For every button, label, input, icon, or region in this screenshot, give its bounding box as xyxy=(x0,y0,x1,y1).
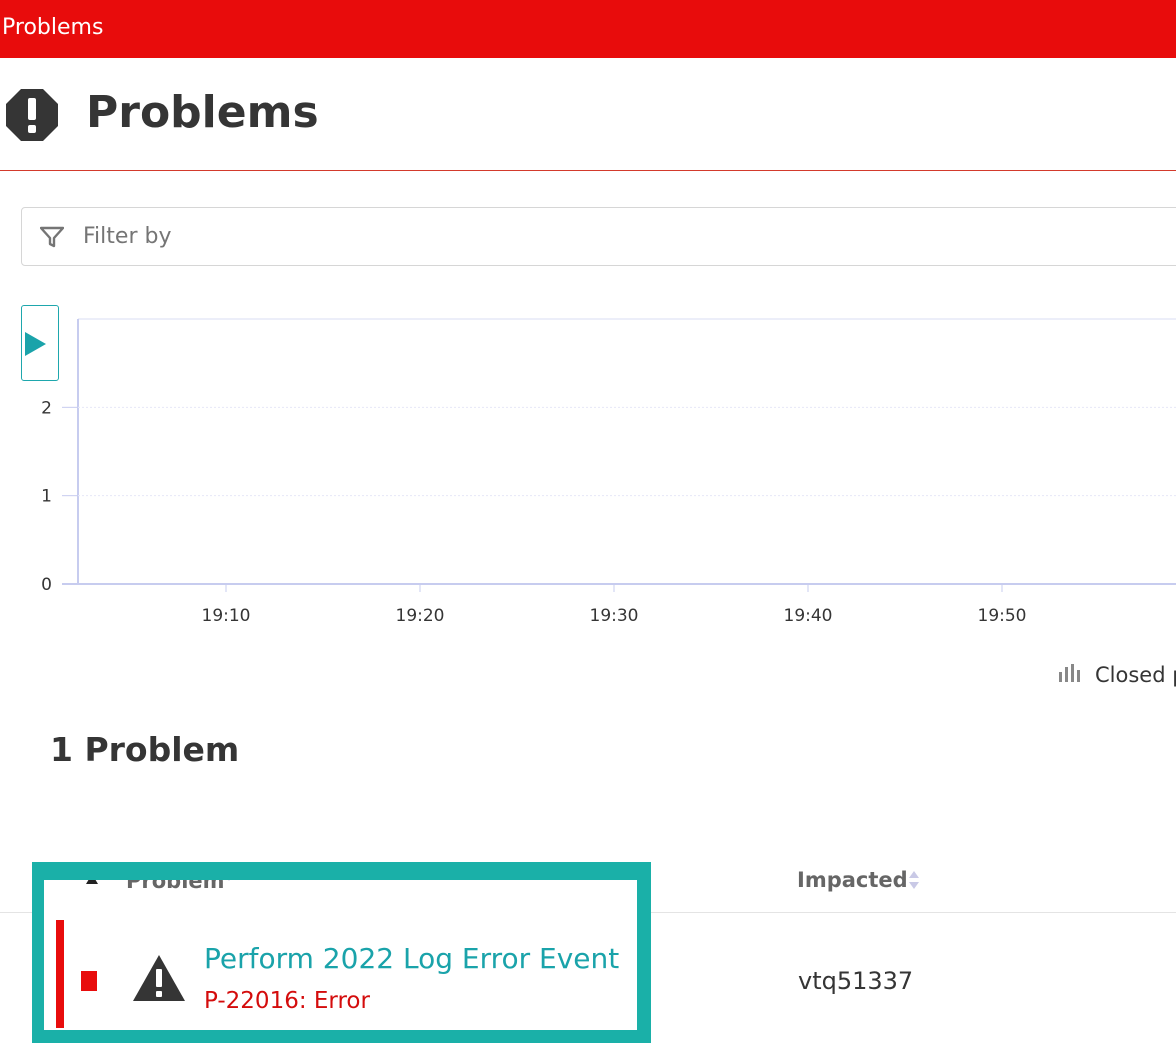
x-tick-label: 19:30 xyxy=(590,606,639,626)
legend-label: Closed p xyxy=(1095,663,1176,687)
x-tick-label: 19:50 xyxy=(978,606,1027,626)
severity-status-icon xyxy=(81,971,97,991)
problem-count-heading: 1 Problem xyxy=(50,730,240,769)
play-toggle-button[interactable] xyxy=(21,305,59,381)
column-header-problem[interactable]: Problem xyxy=(126,880,225,895)
highlight-frame: Problem Perform 2022 Log Error Event P-2… xyxy=(32,862,651,1043)
filter-funnel-icon xyxy=(40,226,64,248)
problem-id-status: P-22016: Error xyxy=(204,988,370,1014)
y-tick-label: 2 xyxy=(41,398,52,418)
exclamation-octagon-icon xyxy=(6,89,58,141)
x-tick-label: 19:40 xyxy=(784,606,833,626)
bar-chart-icon xyxy=(1059,664,1080,682)
page-title: Problems xyxy=(86,87,319,138)
problem-row-container: Problem Perform 2022 Log Error Event P-2… xyxy=(44,880,637,1030)
sort-icon[interactable] xyxy=(907,868,921,892)
problem-title-link[interactable]: Perform 2022 Log Error Event xyxy=(204,941,619,977)
warning-triangle-icon xyxy=(133,955,185,1001)
x-tick-label: 19:20 xyxy=(396,606,445,626)
sort-descending-icon[interactable] xyxy=(222,880,236,888)
severity-bar xyxy=(56,920,64,1028)
topbar-title: Problems xyxy=(2,15,104,40)
play-icon xyxy=(25,332,46,356)
column-header-impacted[interactable]: Impacted xyxy=(797,866,908,894)
y-tick-label: 1 xyxy=(41,487,52,507)
x-tick-label: 19:10 xyxy=(202,606,251,626)
filter-bar[interactable] xyxy=(21,207,1176,266)
filter-input[interactable]: Filter by xyxy=(83,222,171,252)
impacted-entity[interactable]: vtq51337 xyxy=(798,966,913,996)
sort-ascending-icon[interactable] xyxy=(86,880,98,884)
problems-chart: 01219:1019:2019:3019:4019:502 xyxy=(41,318,1176,626)
top-bar: Problems xyxy=(0,0,1176,58)
y-tick-label: 0 xyxy=(41,575,52,595)
